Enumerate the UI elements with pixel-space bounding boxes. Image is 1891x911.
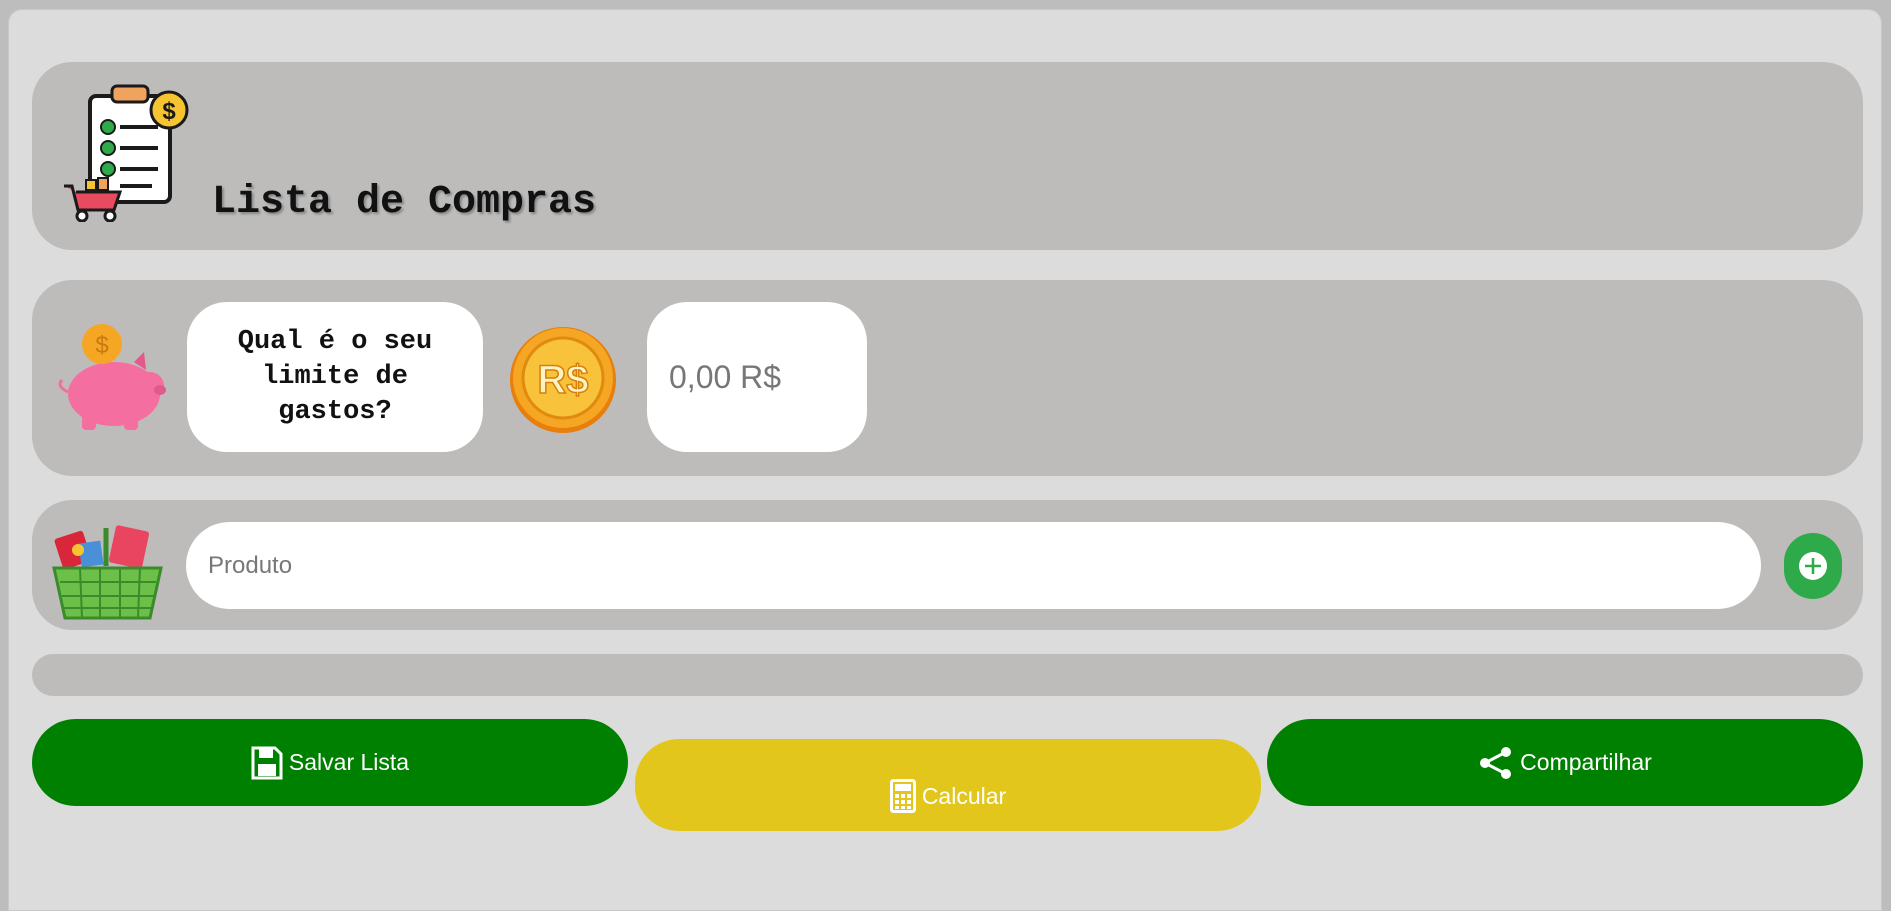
- floppy-disk-icon: [251, 746, 283, 779]
- shopping-list-clipboard-icon: $: [64, 84, 189, 222]
- add-product-button[interactable]: [1784, 533, 1842, 599]
- share-button[interactable]: Compartilhar: [1267, 719, 1863, 806]
- calculator-icon: [889, 779, 916, 813]
- share-label: Compartilhar: [1520, 749, 1652, 775]
- product-input[interactable]: [186, 522, 1761, 609]
- spending-limit-question: Qual é o seu limite de gastos?: [187, 302, 483, 452]
- save-list-label: Salvar Lista: [288, 749, 410, 775]
- spending-limit-input[interactable]: [647, 302, 867, 452]
- page-title: Lista de Compras: [212, 180, 597, 225]
- save-list-button[interactable]: Salvar Lista: [32, 719, 628, 806]
- header: $ Lista de Compras: [32, 62, 1863, 250]
- coin-label: R$: [537, 358, 588, 402]
- share-icon: [1480, 746, 1512, 779]
- product-entry-row: [32, 500, 1863, 630]
- real-coin-icon: R$: [510, 327, 616, 433]
- grocery-basket-icon: [52, 525, 163, 620]
- app-window: $ Lista de Compras $ Qual é o seu limite…: [8, 9, 1882, 911]
- budget-section: $ Qual é o seu limite de gastos? R$: [32, 280, 1863, 476]
- svg-text:$: $: [95, 332, 108, 359]
- piggy-bank-icon: $: [58, 324, 166, 430]
- calculate-button[interactable]: Calcular: [635, 739, 1261, 831]
- svg-text:$: $: [162, 98, 176, 125]
- product-list: [32, 654, 1863, 696]
- calculate-label: Calcular: [921, 782, 1007, 809]
- plus-circle-icon: [1799, 552, 1827, 580]
